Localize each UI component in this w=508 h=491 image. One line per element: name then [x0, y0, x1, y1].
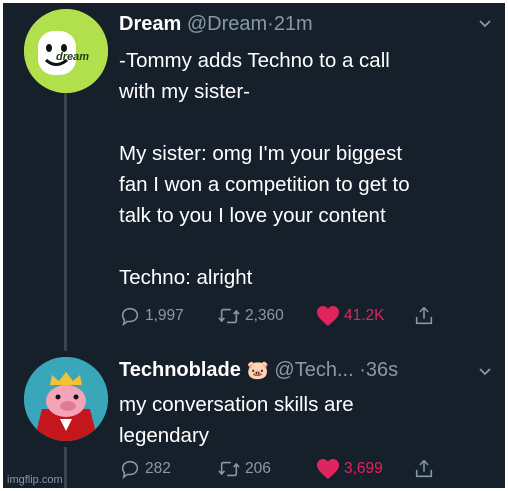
avatar-technoblade[interactable]	[24, 357, 108, 441]
tweet-thread: dream Dream @Dream·21m -Tommy adds Techn…	[3, 3, 505, 488]
watermark: imgflip.com	[7, 474, 63, 486]
chevron-down-icon[interactable]	[477, 363, 493, 384]
tweet-text: my conversation skills are legendary	[119, 393, 354, 447]
retweet-icon	[218, 461, 240, 477]
like-button[interactable]: 3,699	[316, 458, 383, 480]
author-name[interactable]: Technoblade	[119, 359, 241, 381]
author-name[interactable]: Dream	[119, 13, 181, 35]
share-button[interactable]	[413, 458, 435, 480]
reply-icon	[121, 460, 139, 480]
tweet-actions: 1,997 2,360 41.2K	[119, 305, 449, 331]
reply-count: 1,997	[145, 307, 184, 324]
thread-line	[64, 93, 67, 351]
pig-emoji-icon: 🐷	[246, 360, 269, 380]
reply-button[interactable]: 1,997	[119, 305, 184, 327]
reply-button[interactable]: 282	[119, 458, 171, 480]
retweet-icon	[218, 308, 240, 324]
author-handle[interactable]: @Dream	[187, 13, 267, 35]
share-icon	[415, 306, 433, 325]
pig-avatar-icon	[24, 357, 108, 441]
reply-count: 282	[145, 460, 171, 477]
retweet-button[interactable]: 2,360	[217, 305, 284, 327]
share-button[interactable]	[413, 305, 435, 327]
author-handle[interactable]: @Tech...	[274, 359, 353, 381]
avatar-label: dream	[56, 51, 90, 63]
retweet-count: 2,360	[245, 307, 284, 324]
chevron-down-icon[interactable]	[477, 15, 493, 36]
tweet-header: Dream @Dream·21m	[119, 13, 313, 36]
share-icon	[415, 459, 433, 478]
separator: ·	[267, 13, 274, 35]
tweet-header: Technoblade 🐷 @Tech... ·36s	[119, 359, 398, 382]
like-count: 41.2K	[344, 307, 385, 324]
like-count: 3,699	[344, 460, 383, 477]
retweet-count: 206	[245, 460, 271, 477]
tweet-time[interactable]: 21m	[274, 13, 313, 35]
retweet-button[interactable]: 206	[217, 458, 271, 480]
tweet-time[interactable]: 36s	[366, 359, 398, 381]
reply-icon	[121, 307, 139, 327]
separator: ·	[359, 359, 366, 381]
like-button[interactable]: 41.2K	[316, 305, 385, 327]
tweet-actions: 282 206 3,699	[119, 458, 449, 484]
thread-line-lower	[64, 447, 67, 488]
heart-icon	[317, 306, 339, 326]
heart-icon	[317, 459, 339, 479]
tweet-text: -Tommy adds Techno to a call with my sis…	[119, 49, 410, 289]
